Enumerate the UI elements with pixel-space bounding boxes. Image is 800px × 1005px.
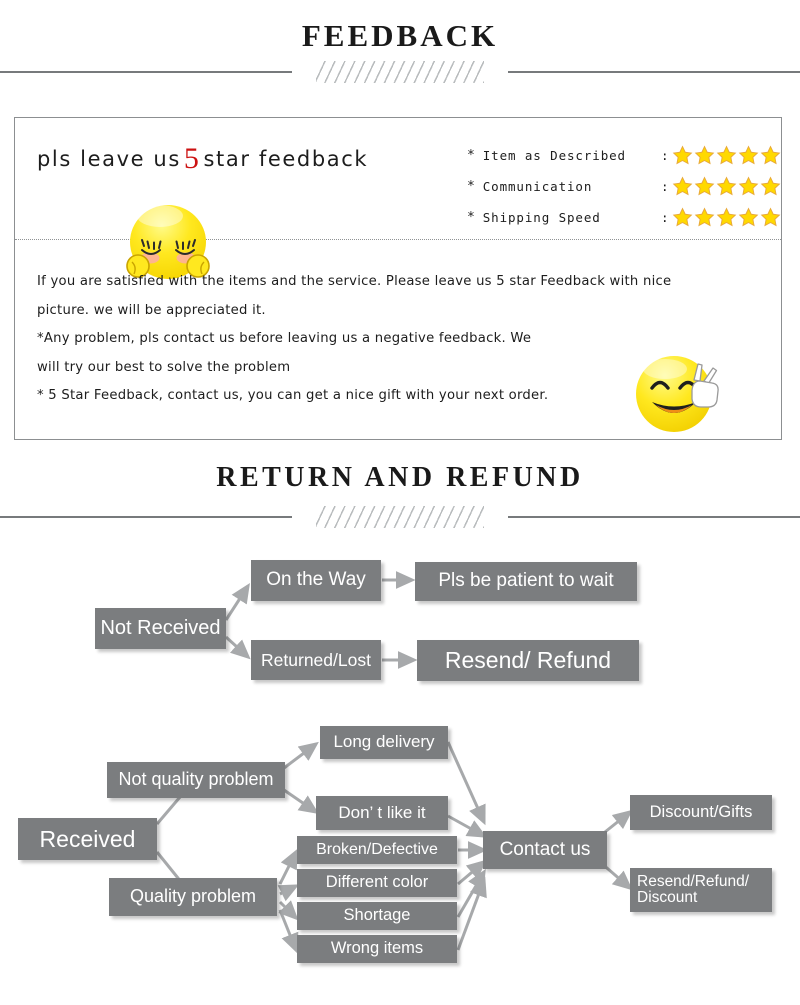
flow-node-received[interactable]: Received <box>18 818 157 860</box>
flow-node-dont-like-it[interactable]: Don’ t like it <box>316 796 448 830</box>
node-label: Resend/ Refund <box>444 647 612 674</box>
flow-node-resend-refund[interactable]: Resend/ Refund <box>417 640 639 681</box>
flow-node-discount-gifts[interactable]: Discount/Gifts <box>630 795 772 830</box>
node-label: Not quality problem <box>118 769 274 790</box>
node-label: On the Way <box>266 569 366 591</box>
node-label: Don’ t like it <box>338 802 426 822</box>
flow-node-wrong-items[interactable]: Wrong items <box>297 935 457 963</box>
flow-node-not-received[interactable]: Not Received <box>95 608 226 649</box>
return-refund-flowchart: Not Received On the Way Pls be patient t… <box>0 0 800 1005</box>
node-label: Contact us <box>499 838 591 860</box>
node-label: Different color <box>325 873 429 892</box>
node-label: Wrong items <box>330 939 424 958</box>
flow-node-returned-lost[interactable]: Returned/Lost <box>251 640 381 680</box>
flow-node-broken-defective[interactable]: Broken/Defective <box>297 836 457 864</box>
node-label-line1: Resend/Refund/ <box>637 872 750 890</box>
flow-node-different-color[interactable]: Different color <box>297 869 457 897</box>
flow-node-resend-refund-discount[interactable]: Resend/Refund/ Discount <box>630 868 772 912</box>
flow-node-long-delivery[interactable]: Long delivery <box>320 726 448 759</box>
node-label: Long delivery <box>333 732 435 752</box>
node-label: Quality problem <box>129 886 257 907</box>
node-label-line2: Discount <box>637 889 698 906</box>
flow-node-quality-problem[interactable]: Quality problem <box>109 878 277 916</box>
flow-node-shortage[interactable]: Shortage <box>297 902 457 930</box>
node-label: Broken/Defective <box>316 840 438 858</box>
node-label: Discount/Gifts <box>649 802 753 821</box>
node-label: Received <box>39 825 136 852</box>
flow-node-on-the-way[interactable]: On the Way <box>251 560 381 601</box>
flow-node-contact-us[interactable]: Contact us <box>483 831 607 869</box>
node-label: Not Received <box>100 616 221 639</box>
flow-node-not-quality-problem[interactable]: Not quality problem <box>107 762 285 798</box>
node-label: Returned/Lost <box>261 649 371 670</box>
node-label: Shortage <box>343 906 411 925</box>
flow-node-pls-be-patient[interactable]: Pls be patient to wait <box>415 562 637 601</box>
node-label: Pls be patient to wait <box>438 570 614 592</box>
